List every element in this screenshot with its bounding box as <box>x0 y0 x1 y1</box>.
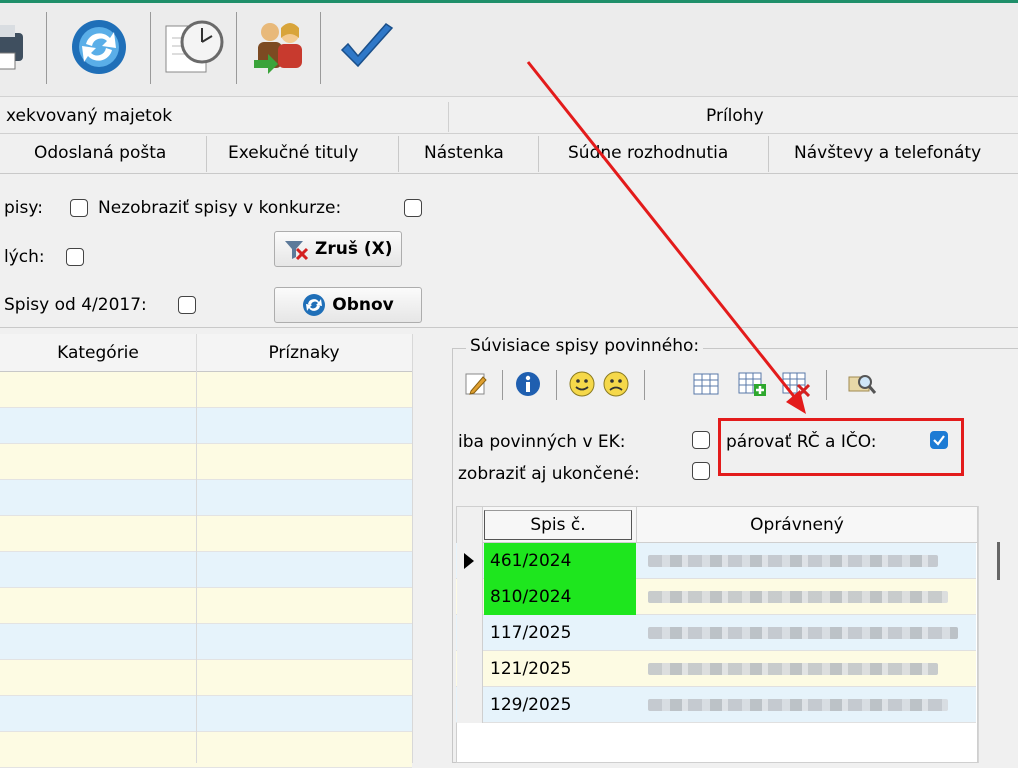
annotation-arrow <box>526 61 806 414</box>
